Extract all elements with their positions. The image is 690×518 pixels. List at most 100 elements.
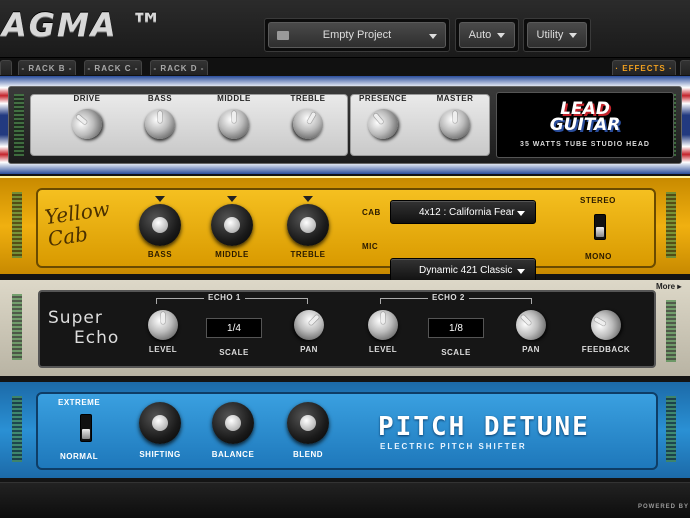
- pitch-detune-title: PITCH DETUNE: [378, 412, 590, 442]
- super-echo-faceplate: [38, 290, 656, 368]
- project-dropdown[interactable]: Empty Project: [268, 22, 446, 48]
- bass-label: BASS: [147, 94, 173, 103]
- project-name: Empty Project: [322, 29, 392, 41]
- balance-knob[interactable]: [212, 402, 254, 444]
- mic-select[interactable]: Dynamic 421 Classic: [390, 258, 536, 282]
- echo1-pan-knob[interactable]: [287, 303, 331, 347]
- echo2-scale-group: 1/8 SCALE: [426, 318, 486, 357]
- indicator-arrow-icon: [227, 196, 237, 202]
- lead-guitar-logo: LEAD GUITAR 35 WATTS TUBE STUDIO HEAD: [496, 92, 674, 158]
- vu-meter-left: [14, 94, 24, 156]
- folder-icon: [277, 31, 289, 40]
- master-knob[interactable]: [440, 109, 470, 139]
- vu-meter-right: [666, 300, 676, 362]
- feedback-group: FEEDBACK: [576, 304, 636, 354]
- chevron-down-icon: [517, 211, 525, 216]
- super-echo-logo-line1: Super: [48, 308, 103, 328]
- cab-middle-knob[interactable]: [211, 204, 253, 246]
- lead-guitar-subtitle: 35 WATTS TUBE STUDIO HEAD: [520, 141, 650, 148]
- utility-dropdown[interactable]: Utility: [527, 22, 587, 48]
- extreme-label: EXTREME: [58, 398, 101, 407]
- pitch-detune-unit: EXTREME NORMAL SHIFTING BALANCE BLEND PI…: [0, 382, 690, 478]
- treble-knob-group: TREBLE: [283, 94, 333, 145]
- cab-select[interactable]: 4x12 : California Fear: [390, 200, 536, 224]
- middle-knob[interactable]: [219, 109, 249, 139]
- project-selector-box: Empty Project: [264, 18, 450, 52]
- vu-meter-right: [666, 396, 676, 462]
- tab-rack-b[interactable]: - RACK B -: [18, 60, 76, 75]
- bass-knob[interactable]: [145, 109, 175, 139]
- cab-bass-knob-group: BASS: [134, 196, 186, 259]
- echo1-scale-group: 1/4 SCALE: [204, 318, 264, 357]
- echo2-scale-label: SCALE: [441, 348, 471, 357]
- cab-value: 4x12 : California Fear: [419, 206, 515, 218]
- tab-rack-c[interactable]: - RACK C -: [84, 60, 142, 75]
- vu-meter-left: [12, 192, 22, 258]
- app-logo: AGMA ™: [2, 6, 165, 44]
- vu-meter-left: [12, 396, 22, 462]
- middle-knob-group: MIDDLE: [209, 94, 259, 139]
- echo2-pan-knob[interactable]: [509, 303, 553, 347]
- feedback-knob[interactable]: [585, 304, 627, 346]
- auto-label: Auto: [468, 29, 492, 41]
- more-button[interactable]: More ▸: [656, 282, 681, 291]
- balance-knob-group: BALANCE: [203, 402, 263, 459]
- echo1-level-group: LEVEL: [140, 310, 186, 354]
- auto-box: Auto: [455, 18, 519, 52]
- echo1-label: ECHO 1: [204, 293, 245, 302]
- echo1-pan-group: PAN: [286, 303, 332, 354]
- cab-bass-knob[interactable]: [139, 204, 181, 246]
- echo1-scale-label: SCALE: [219, 348, 249, 357]
- treble-knob[interactable]: [287, 103, 329, 145]
- super-echo-logo-line2: Echo: [74, 328, 120, 348]
- blend-label: BLEND: [292, 450, 324, 459]
- presence-label: PRESENCE: [358, 94, 407, 103]
- cab-middle-knob-group: MIDDLE: [206, 196, 258, 259]
- bottom-bar: [0, 482, 690, 518]
- cab-treble-knob-group: TREBLE: [280, 196, 336, 259]
- echo2-scale-display[interactable]: 1/8: [428, 318, 484, 338]
- echo2-level-group: LEVEL: [360, 310, 406, 354]
- tab-more[interactable]: [680, 60, 690, 75]
- drive-label: DRIVE: [73, 94, 101, 103]
- chevron-down-icon: [429, 34, 437, 39]
- presence-knob-group: PRESENCE: [355, 94, 411, 146]
- mono-label: MONO: [585, 252, 612, 261]
- shifting-knob[interactable]: [139, 402, 181, 444]
- mic-value: Dynamic 421 Classic: [419, 264, 513, 276]
- middle-label: MIDDLE: [217, 94, 251, 103]
- balance-label: BALANCE: [211, 450, 255, 459]
- lead-guitar-logo-line2: GUITAR: [549, 115, 621, 135]
- yellow-cab-unit: Yellow Cab BASS MIDDLE TREBLE CAB 4x12 :…: [0, 176, 690, 282]
- echo1-scale-display[interactable]: 1/4: [206, 318, 262, 338]
- chevron-down-icon: [517, 269, 525, 274]
- treble-label: TREBLE: [290, 94, 326, 103]
- bass-knob-group: BASS: [135, 94, 185, 139]
- indicator-arrow-icon: [303, 196, 313, 202]
- echo1-pan-label: PAN: [300, 345, 318, 354]
- echo1-level-knob[interactable]: [148, 310, 178, 340]
- more-label: More: [656, 282, 676, 291]
- cab-treble-label: TREBLE: [290, 250, 326, 259]
- super-echo-logo: Super Echo: [48, 308, 119, 348]
- drive-knob-group: DRIVE: [62, 94, 112, 146]
- tab-effects[interactable]: · EFFECTS ·: [612, 60, 676, 75]
- auto-dropdown[interactable]: Auto: [459, 22, 515, 48]
- stereo-mono-switch[interactable]: [594, 214, 606, 240]
- tab-rack-a[interactable]: [0, 60, 12, 75]
- presence-knob[interactable]: [361, 102, 405, 146]
- blend-knob-group: BLEND: [278, 402, 338, 459]
- blend-knob[interactable]: [287, 402, 329, 444]
- shifting-knob-group: SHIFTING: [130, 402, 190, 459]
- cab-treble-knob[interactable]: [287, 204, 329, 246]
- powered-by-label: POWERED BY: [638, 504, 690, 510]
- chevron-down-icon: [569, 32, 578, 38]
- echo2-level-label: LEVEL: [368, 345, 398, 354]
- tab-rack-d[interactable]: - RACK D -: [150, 60, 208, 75]
- extreme-normal-switch[interactable]: [80, 414, 92, 442]
- echo2-level-knob[interactable]: [368, 310, 398, 340]
- normal-label: NORMAL: [60, 452, 99, 461]
- drive-knob[interactable]: [65, 102, 109, 146]
- master-label: MASTER: [436, 94, 474, 103]
- indicator-arrow-icon: [155, 196, 165, 202]
